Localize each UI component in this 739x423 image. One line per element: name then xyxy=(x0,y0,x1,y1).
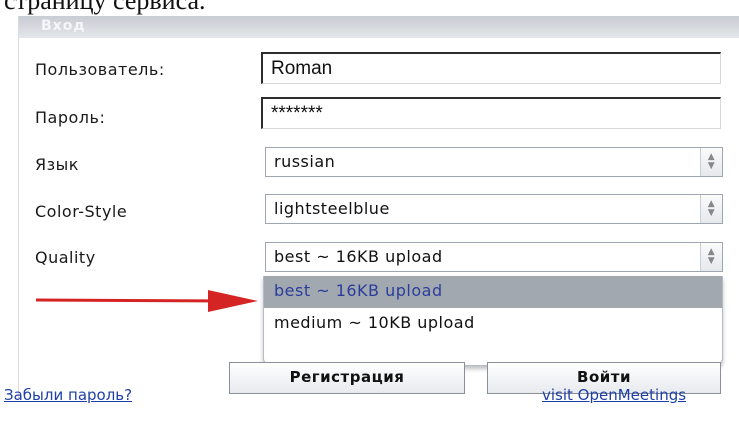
quality-option-best[interactable]: best ~ 16KB upload xyxy=(264,276,722,308)
password-input[interactable]: ******* xyxy=(261,97,721,129)
spinner-arrows-icon[interactable]: ▲ ▼ xyxy=(700,148,722,176)
color-style-label: Color-Style xyxy=(35,202,128,221)
spinner-arrows-icon[interactable]: ▲ ▼ xyxy=(700,195,722,223)
quality-option-medium[interactable]: medium ~ 10KB upload xyxy=(264,308,722,340)
quality-select-value: best ~ 16KB upload xyxy=(274,247,443,266)
spinner-arrows-icon[interactable]: ▲ ▼ xyxy=(700,243,722,271)
dialog-title: Вход xyxy=(41,18,86,34)
language-select[interactable]: russian ▲ ▼ xyxy=(265,147,723,177)
dialog-titlebar: Вход xyxy=(19,16,739,38)
username-input[interactable]: Roman xyxy=(261,52,721,84)
language-select-value: russian xyxy=(274,152,336,171)
register-button[interactable]: Регистрация xyxy=(229,362,465,394)
color-style-select[interactable]: lightsteelblue ▲ ▼ xyxy=(265,194,723,224)
quality-dropdown-list: best ~ 16KB upload medium ~ 10KB upload xyxy=(263,276,723,366)
annotation-arrow-icon xyxy=(35,290,258,312)
login-dialog: Вход Пользователь: Roman Пароль: *******… xyxy=(18,16,739,400)
visit-openmeetings-link[interactable]: visit OpenMeetings xyxy=(542,386,686,404)
password-label: Пароль: xyxy=(35,108,106,127)
language-label: Язык xyxy=(35,155,79,174)
username-label: Пользователь: xyxy=(35,60,165,79)
screenshot: страницу сервиса. Вход Пользователь: Rom… xyxy=(0,0,739,423)
quality-select[interactable]: best ~ 16KB upload ▲ ▼ xyxy=(265,242,723,272)
quality-label: Quality xyxy=(35,248,96,267)
document-text-fragment: страницу сервиса. xyxy=(4,0,206,15)
color-style-select-value: lightsteelblue xyxy=(274,199,390,218)
forgot-password-link[interactable]: Забыли пароль? xyxy=(4,386,132,404)
